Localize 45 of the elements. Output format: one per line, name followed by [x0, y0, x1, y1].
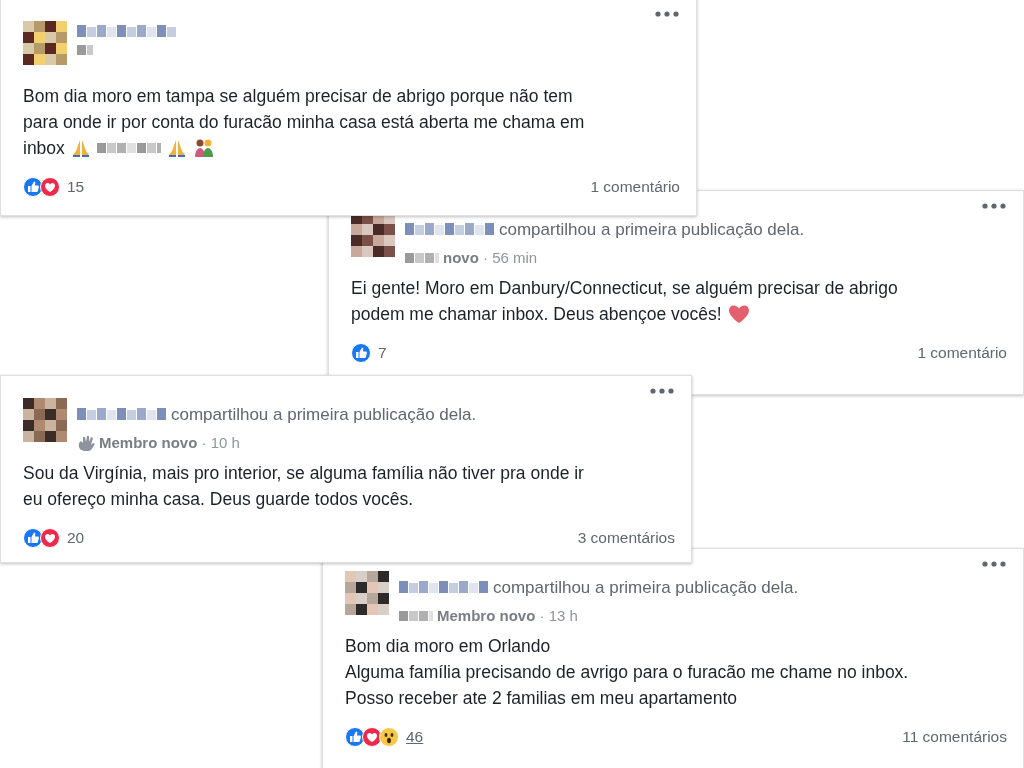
wow-icon[interactable]: [379, 726, 399, 747]
blurred-text: [96, 141, 161, 155]
post-text-line: Bom dia moro em tampa se alguém precisar de abrigo porque não tem: [23, 85, 573, 108]
like-icon[interactable]: [345, 726, 365, 747]
post-meta: Membro novo · 10 h: [99, 432, 240, 453]
love-icon[interactable]: [362, 726, 382, 747]
love-icon[interactable]: [40, 527, 60, 548]
love-icon[interactable]: [40, 176, 60, 197]
reaction-count[interactable]: 15: [67, 175, 85, 199]
post-meta: Membro novo · 13 h: [437, 605, 578, 626]
praying-hands-icon: [166, 138, 187, 158]
heart-icon: [727, 304, 750, 324]
blurred-text: [77, 43, 93, 57]
post-text-line: eu ofereço minha casa. Deus guarde todos vocês.: [23, 488, 414, 511]
post-text-line: Ei gente! Moro em Danbury/Connecticut, se alguém precisar de abrigo: [351, 277, 898, 300]
waving-hand-icon: [77, 434, 95, 451]
comments-link[interactable]: 11 comentários: [902, 725, 1007, 749]
post-text-line: inbox: [23, 137, 65, 160]
reaction-count[interactable]: 7: [378, 341, 387, 365]
reaction-count[interactable]: 20: [67, 526, 85, 550]
like-icon[interactable]: [23, 176, 43, 197]
post-text-line: Sou da Virgínia, mais pro interior, se alguma família não tiver pra onde ir: [23, 462, 584, 485]
blurred-text: [405, 250, 439, 265]
post-text-line: Bom dia moro em Orlando: [345, 635, 551, 658]
more-options-icon[interactable]: [981, 559, 1007, 569]
post-text-line: para onde ir por conta do furacão minha casa está aberta me chama em: [23, 111, 585, 134]
post-text-line: Posso receber ate 2 familias em meu apartamento: [345, 687, 737, 710]
more-options-icon[interactable]: [981, 201, 1007, 211]
like-icon[interactable]: [351, 342, 371, 363]
comments-link[interactable]: 1 comentário: [917, 341, 1007, 365]
comments-link[interactable]: 1 comentário: [590, 175, 680, 199]
like-icon[interactable]: [23, 527, 43, 548]
family-icon: [192, 138, 215, 158]
shared-post-text: compartilhou a primeira publicação dela.: [499, 219, 805, 241]
reaction-count[interactable]: 46: [406, 725, 424, 749]
post-text-line: Alguma família precisando de avrigo para o furacão me chame no inbox.: [345, 661, 909, 684]
post-meta: novo · 56 min: [443, 247, 538, 268]
comments-link[interactable]: 3 comentários: [577, 526, 675, 550]
praying-hands-icon: [70, 138, 91, 158]
post-text-line: podem me chamar inbox. Deus abençoe vocês!: [351, 303, 722, 326]
shared-post-text: compartilhou a primeira publicação dela.: [171, 404, 477, 426]
shared-post-text: compartilhou a primeira publicação dela.: [493, 577, 799, 599]
blurred-text: [399, 608, 433, 623]
more-options-icon[interactable]: [649, 386, 675, 396]
more-options-icon[interactable]: [654, 9, 680, 19]
